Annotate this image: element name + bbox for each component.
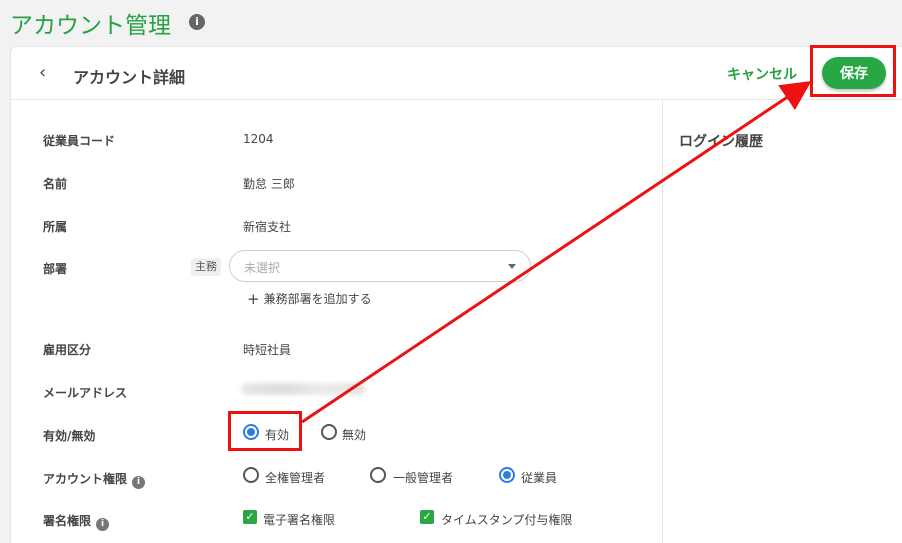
annotation-arrow	[301, 80, 812, 424]
